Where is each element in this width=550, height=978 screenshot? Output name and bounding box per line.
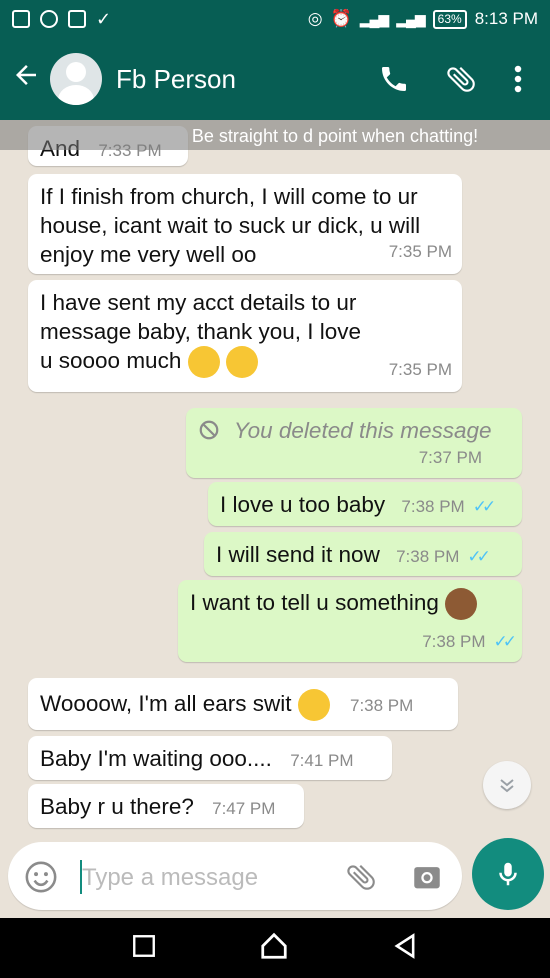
- banner: Be straight to d point when chatting!: [0, 120, 550, 150]
- read-receipt-icon: ✓✓: [467, 547, 490, 566]
- message-field[interactable]: Type a message: [8, 842, 462, 910]
- emoji-button[interactable]: [24, 860, 58, 899]
- camera-button[interactable]: [410, 860, 444, 899]
- avatar[interactable]: [50, 53, 102, 105]
- deleted-message-bubble[interactable]: You deleted this message 7:37 PM: [186, 408, 522, 478]
- message-bubble[interactable]: Woooow, I'm all ears swit 7:38 PM: [28, 678, 458, 730]
- menu-button[interactable]: [512, 64, 524, 94]
- compose-bar: Type a message: [0, 836, 550, 918]
- home-icon: [261, 932, 287, 959]
- battery-indicator: 63%: [432, 9, 467, 29]
- message-time: 7:38 PM: [401, 497, 465, 516]
- scroll-to-bottom-button[interactable]: [483, 761, 531, 809]
- message-text: I will send it now: [216, 542, 380, 567]
- message-time: 7:38 PM: [422, 632, 486, 651]
- message-text: Baby r u there?: [40, 794, 194, 819]
- message-time: 7:37 PM: [418, 448, 482, 467]
- signal-icon: ▂▄▆: [359, 10, 389, 27]
- back-nav-button[interactable]: [391, 932, 419, 965]
- whatsapp-icon: [40, 10, 58, 28]
- message-input[interactable]: Type a message: [82, 864, 258, 892]
- call-button[interactable]: [378, 63, 410, 95]
- kiss-emoji-icon: [187, 346, 220, 379]
- message-time: 7:35 PM: [388, 360, 452, 379]
- facebook-icon: [68, 10, 86, 28]
- recents-button[interactable]: [131, 933, 157, 964]
- message-time: 7:35 PM: [388, 242, 452, 261]
- message-time: 7:41 PM: [290, 751, 354, 770]
- see-no-evil-monkey-icon: [445, 588, 478, 621]
- message-text: I want to tell u something: [190, 590, 439, 615]
- voice-message-button[interactable]: [472, 838, 544, 910]
- message-text: If I finish from church, I will come to …: [40, 184, 421, 267]
- gallery-icon: [12, 10, 30, 28]
- kiss-emoji-icon: [297, 689, 330, 722]
- message-text: I love u too baby: [220, 492, 386, 517]
- square-icon: [133, 934, 155, 957]
- message-time: 7:47 PM: [212, 799, 276, 818]
- read-receipt-icon: ✓✓: [472, 497, 496, 516]
- notification-icons: ✓: [12, 9, 111, 30]
- clock: 8:13 PM: [474, 9, 538, 28]
- home-button[interactable]: [259, 931, 289, 966]
- chat-area[interactable]: Be straight to d point when chatting! An…: [0, 120, 550, 836]
- chevron-double-down-icon: [500, 779, 514, 793]
- contact-name[interactable]: Fb Person: [116, 64, 236, 95]
- arrow-left-icon: [16, 65, 36, 85]
- camera-icon: [414, 867, 440, 889]
- status-bar: ✓ ◎ ⏰ ▂▄▆ ▂▄▆ 63% 8:13 PM: [0, 0, 550, 38]
- system-nav-bar: [0, 918, 550, 978]
- paperclip-icon: [447, 66, 475, 92]
- alarm-icon: ⏰: [330, 9, 352, 28]
- message-bubble[interactable]: I love u too baby 7:38 PM ✓✓: [208, 482, 522, 526]
- message-text: Woooow, I'm all ears swit: [40, 691, 292, 716]
- back-button[interactable]: [2, 60, 50, 98]
- attach-button[interactable]: [444, 62, 478, 96]
- read-receipt-icon: ✓✓: [493, 632, 517, 651]
- paperclip-icon: [347, 864, 375, 890]
- attach-button[interactable]: [344, 860, 378, 899]
- blocked-icon: [199, 420, 219, 440]
- message-bubble[interactable]: Baby r u there? 7:47 PM: [28, 784, 304, 828]
- message-text: Baby I'm waiting ooo....: [40, 746, 272, 771]
- message-bubble[interactable]: I have sent my acct details to ur messag…: [28, 280, 462, 392]
- phone-icon: [382, 67, 406, 91]
- check-icon: ✓: [96, 8, 112, 29]
- message-bubble[interactable]: If I finish from church, I will come to …: [28, 174, 462, 274]
- message-bubble[interactable]: I will send it now 7:38 PM ✓✓: [204, 532, 522, 576]
- chat-header: Fb Person: [0, 38, 550, 120]
- triangle-back-icon: [394, 932, 415, 959]
- more-vertical-icon: [514, 65, 522, 93]
- kiss-emoji-icon: [225, 346, 258, 379]
- hotspot-icon: ◎: [307, 9, 323, 28]
- message-time: 7:38 PM: [350, 696, 414, 715]
- message-bubble[interactable]: Baby I'm waiting ooo.... 7:41 PM: [28, 736, 392, 780]
- microphone-icon: [499, 862, 517, 886]
- signal-4g-icon: ▂▄▆: [396, 10, 425, 27]
- message-text: I have sent my acct details to ur messag…: [40, 288, 370, 379]
- message-time: 7:38 PM: [396, 547, 460, 566]
- smiley-icon: [25, 861, 57, 893]
- message-bubble[interactable]: I want to tell u something 7:38 PM ✓✓: [178, 580, 522, 662]
- message-text: You deleted this message: [233, 418, 492, 443]
